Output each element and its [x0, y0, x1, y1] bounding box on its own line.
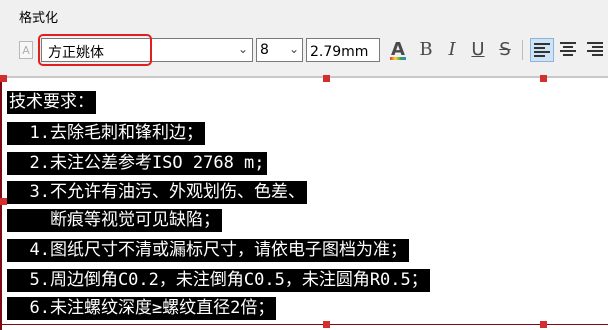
- align-center-button[interactable]: [557, 38, 581, 62]
- font-size-select[interactable]: 8 ⌄: [256, 38, 303, 62]
- chevron-down-icon: ⌄: [237, 42, 248, 56]
- italic-button[interactable]: I: [441, 38, 463, 62]
- text-height-input[interactable]: [306, 38, 380, 62]
- text-style-icon[interactable]: A: [19, 41, 33, 59]
- align-left-button[interactable]: [530, 38, 554, 62]
- text-line: 3.不允许有油污、外观划伤、色差、: [7, 181, 307, 204]
- underline-button[interactable]: U: [467, 38, 489, 62]
- text-line: 1.去除毛刺和锋利边；: [7, 122, 205, 145]
- align-right-button[interactable]: [584, 38, 608, 62]
- grip-handle[interactable]: [0, 198, 7, 205]
- strikethrough-button[interactable]: S: [494, 38, 516, 62]
- align-center-icon: [560, 42, 576, 58]
- text-line: 6.未注螺纹深度≥螺纹直径2倍；: [7, 297, 277, 320]
- toolbar-separator: [522, 40, 523, 60]
- align-left-icon: [534, 43, 550, 59]
- mtext-frame-bottom: [0, 324, 608, 325]
- text-line: 断痕等视觉可见缺陷；: [7, 209, 222, 232]
- font-select-value: 方正姚体: [48, 45, 104, 61]
- text-line: 4.图纸尺寸不清或漏标尺寸，请依电子图档为准；: [7, 239, 409, 262]
- grip-handle[interactable]: [0, 75, 7, 82]
- text-line: 2.未注公差参考ISO 2768 m;: [7, 152, 267, 175]
- font-select[interactable]: 方正姚体 ⌄: [41, 38, 253, 62]
- align-right-icon: [587, 42, 603, 58]
- bold-button[interactable]: B: [415, 38, 437, 62]
- grip-handle[interactable]: [323, 321, 330, 328]
- color-bar: [390, 57, 406, 60]
- text-line-heading: 技术要求：: [7, 91, 96, 114]
- text-color-button[interactable]: A: [387, 38, 409, 62]
- grip-handle[interactable]: [540, 321, 547, 328]
- font-size-value: 8: [260, 42, 269, 58]
- chevron-down-icon: ⌄: [288, 42, 299, 56]
- grip-handle[interactable]: [323, 75, 330, 82]
- grip-handle[interactable]: [540, 75, 547, 82]
- text-line: 5.周边倒角C0.2，未注倒角C0.5，未注圆角R0.5；: [7, 269, 430, 292]
- panel-title: 格式化: [19, 11, 59, 26]
- drawing-canvas[interactable]: [0, 78, 608, 330]
